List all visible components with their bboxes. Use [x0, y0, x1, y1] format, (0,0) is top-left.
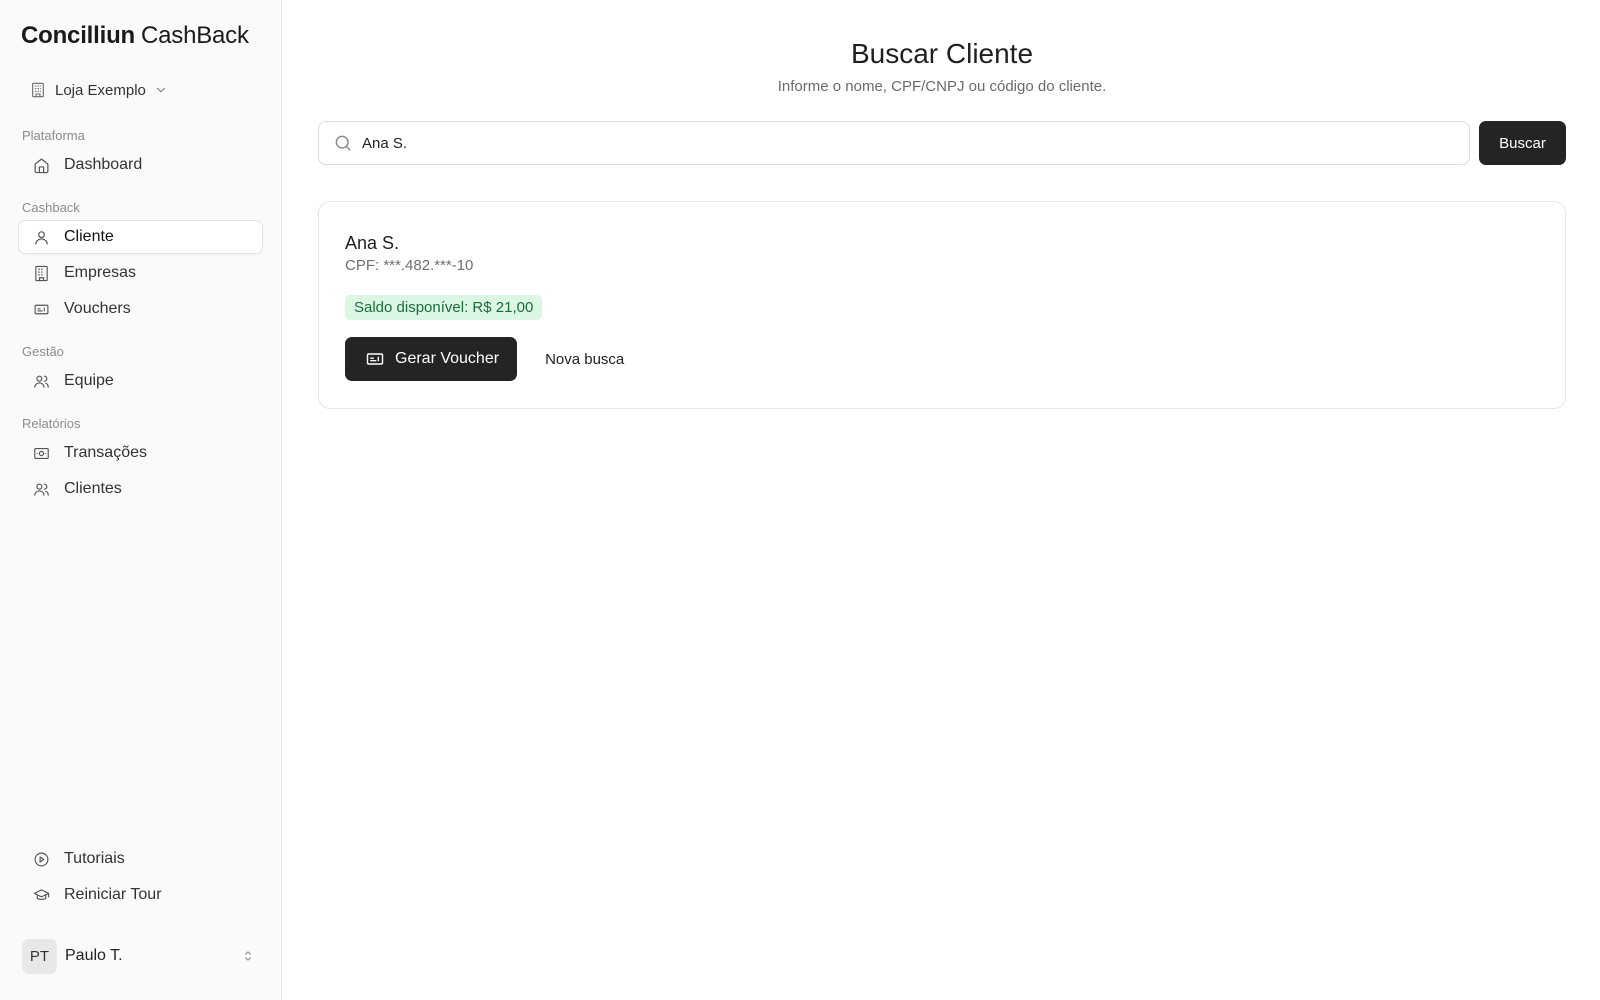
sidebar-item-label: Reiniciar Tour — [64, 886, 162, 903]
sidebar-item-label: Transações — [64, 444, 147, 461]
users-icon — [33, 481, 50, 498]
sidebar-item-label: Tutoriais — [64, 850, 125, 867]
nav-group-label-cashback: Cashback — [22, 200, 80, 215]
card-actions: Gerar Voucher Nova busca — [345, 337, 1539, 381]
sidebar-item-cliente[interactable]: Cliente — [18, 220, 263, 254]
sidebar-item-transacoes[interactable]: Transações — [18, 436, 263, 470]
chevron-down-icon — [154, 83, 168, 97]
search-icon — [333, 133, 353, 153]
page-subtitle: Informe o nome, CPF/CNPJ ou código do cl… — [777, 78, 1107, 95]
user-menu[interactable]: PT Paulo T. — [18, 928, 263, 984]
sidebar-item-dashboard[interactable]: Dashboard — [18, 148, 263, 182]
building-icon — [30, 82, 46, 98]
sidebar-item-empresas[interactable]: Empresas — [18, 256, 263, 290]
customer-document: CPF: ***.482.***-10 — [345, 257, 474, 274]
generate-voucher-label: Gerar Voucher — [395, 350, 500, 367]
sidebar-item-equipe[interactable]: Equipe — [18, 364, 263, 398]
sidebar-item-label: Clientes — [64, 480, 122, 497]
sidebar-item-reiniciar-tour[interactable]: Reiniciar Tour — [18, 878, 263, 912]
sidebar-item-label: Dashboard — [64, 156, 143, 173]
sidebar-item-label: Equipe — [64, 372, 114, 389]
generate-voucher-button[interactable]: Gerar Voucher — [345, 337, 518, 381]
nav-group-label-relatorios: Relatórios — [22, 416, 81, 431]
search-field[interactable] — [318, 121, 1470, 165]
sidebar-item-label: Empresas — [64, 264, 137, 281]
user-icon — [33, 229, 50, 246]
brand-suffix: CashBack — [141, 22, 249, 49]
building-icon — [33, 265, 50, 282]
sidebar-footer: Tutoriais Reiniciar Tour PT Paulo T. — [18, 840, 263, 1000]
users-icon — [33, 373, 50, 390]
graduation-cap-icon — [33, 887, 50, 904]
store-name: Loja Exemplo — [55, 81, 146, 99]
brand-logo: Concilliun CashBack — [21, 22, 263, 52]
sidebar-item-label: Cliente — [64, 228, 114, 245]
sidebar-item-label: Vouchers — [64, 300, 131, 317]
sidebar-item-vouchers[interactable]: Vouchers — [18, 292, 263, 326]
brand-name: Concilliun — [21, 22, 135, 49]
page-title: Buscar Cliente — [850, 38, 1034, 69]
customer-result-card: Ana S. CPF: ***.482.***-10 Saldo disponí… — [318, 201, 1566, 409]
balance-badge: Saldo disponível: R$ 21,00 — [345, 295, 543, 320]
search-row: Buscar — [318, 121, 1566, 165]
banknote-icon — [33, 445, 50, 462]
customer-name: Ana S. — [345, 233, 400, 253]
store-selector[interactable]: Loja Exemplo — [18, 74, 263, 106]
chevrons-up-down-icon — [241, 949, 255, 963]
avatar: PT — [22, 938, 57, 974]
home-icon — [33, 157, 50, 174]
sidebar: Concilliun CashBack Loja Exemplo Platafor… — [0, 0, 282, 1000]
nav-group-label-gestao: Gestão — [22, 344, 64, 359]
play-circle-icon — [33, 851, 50, 868]
sidebar-item-clientes[interactable]: Clientes — [18, 472, 263, 506]
nav-group-label-plataforma: Plataforma — [22, 128, 85, 143]
sidebar-item-tutoriais[interactable]: Tutoriais — [18, 842, 263, 876]
search-input[interactable] — [362, 134, 1469, 152]
search-button[interactable]: Buscar — [1479, 121, 1566, 165]
ticket-icon — [365, 349, 385, 369]
user-name: Paulo T. — [65, 947, 123, 964]
ticket-icon — [33, 301, 50, 318]
main-content: Buscar Cliente Informe o nome, CPF/CNPJ … — [282, 0, 1600, 1000]
new-search-button[interactable]: Nova busca — [543, 337, 626, 381]
